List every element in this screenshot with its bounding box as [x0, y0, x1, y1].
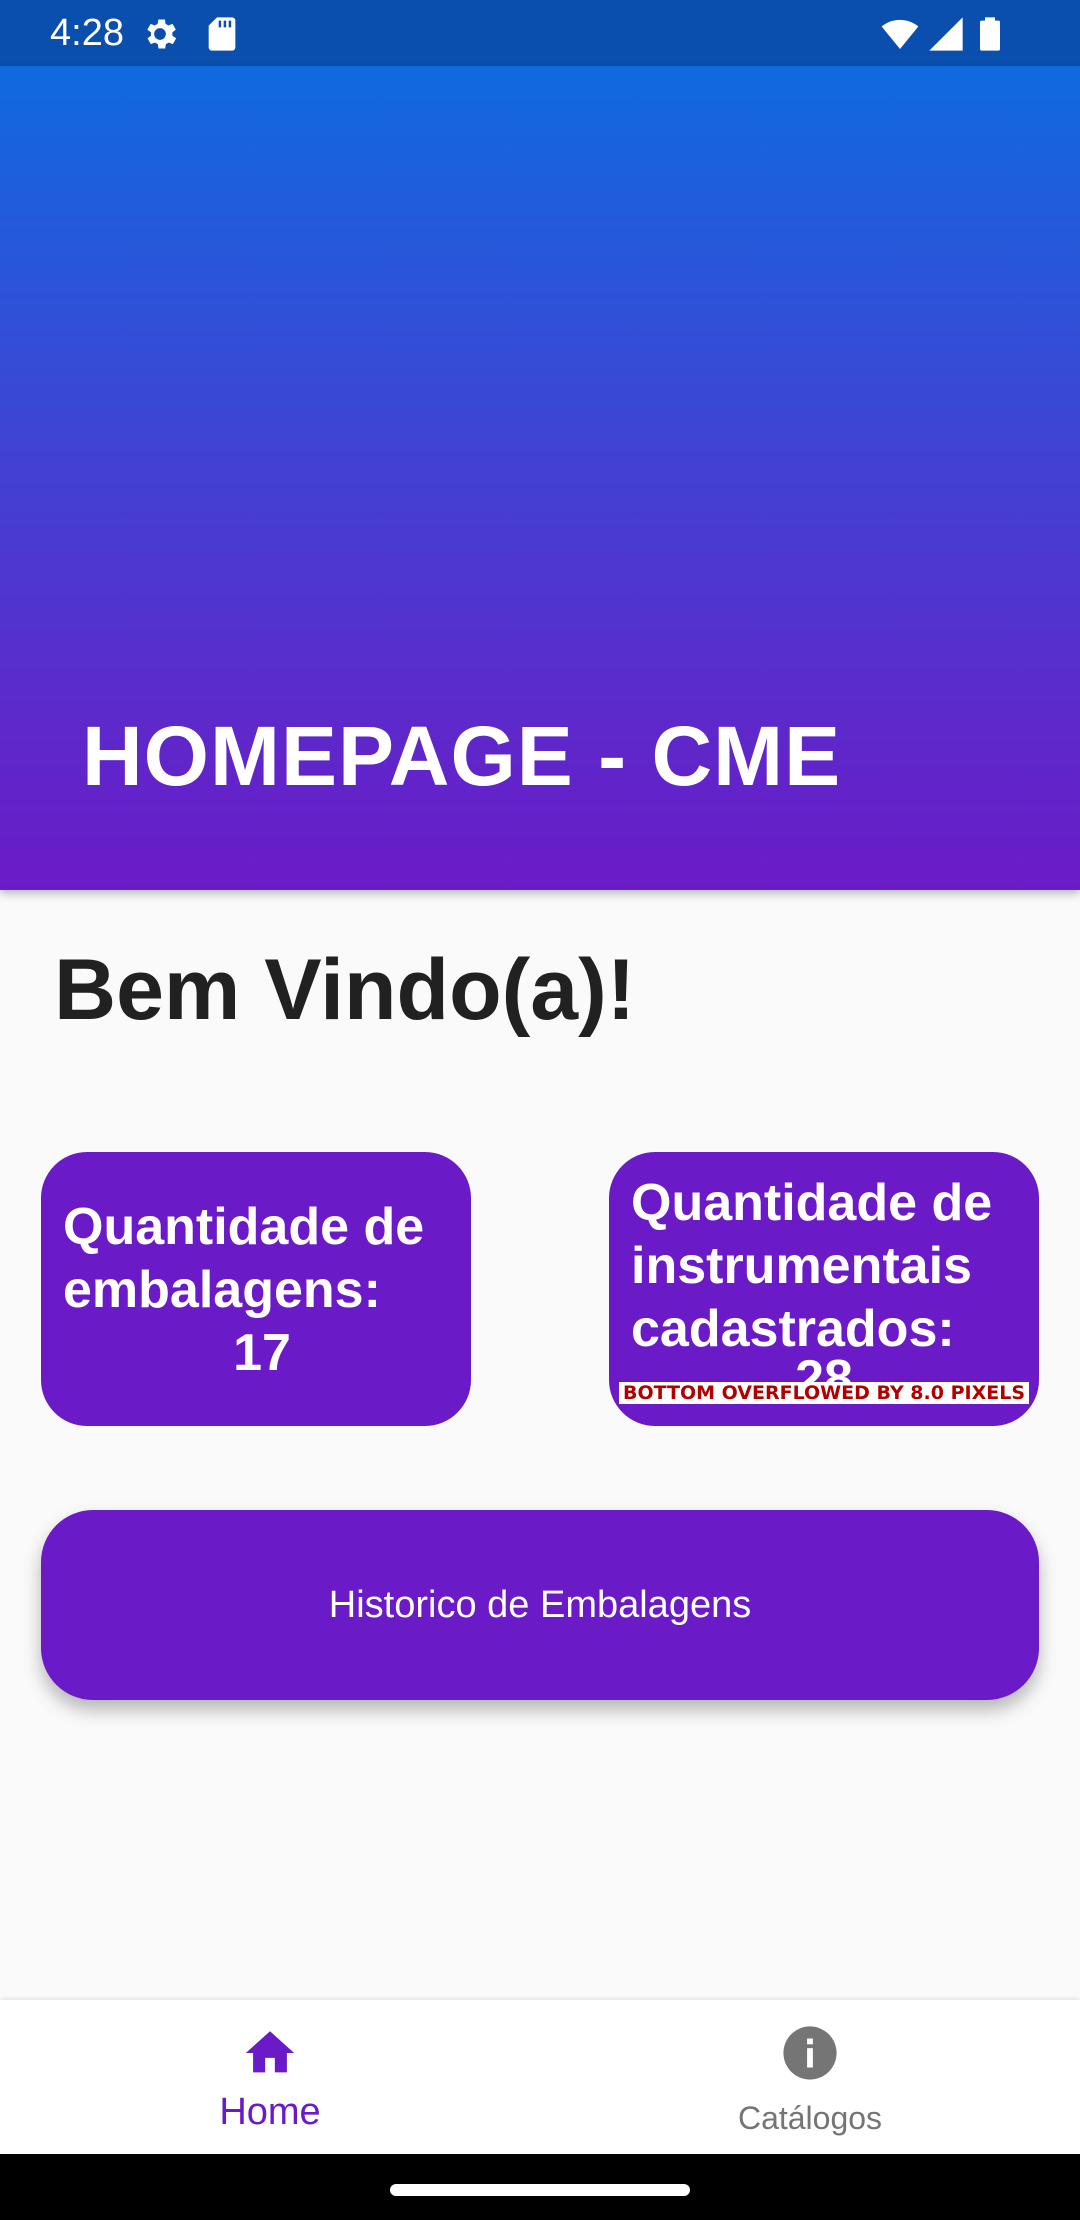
nav-label-home: Home [219, 2091, 321, 2133]
packages-count-text: Quantidade de embalagens: 17 [63, 1196, 461, 1385]
system-navigation-bar [0, 2154, 1080, 2220]
packages-count-value: 17 [233, 1324, 291, 1382]
nav-item-catalogs[interactable]: Catálogos [540, 2000, 1080, 2154]
overflow-warning-label: BOTTOM OVERFLOWED BY 8.0 PIXELS [618, 1382, 1030, 1404]
app-header: HOMEPAGE - CME [0, 66, 1080, 890]
nav-label-catalogs: Catálogos [737, 2100, 883, 2136]
home-gesture-handle[interactable] [390, 2184, 690, 2196]
instruments-count-card: Quantidade de instrumentais cadastrados:… [609, 1152, 1039, 1426]
status-time: 4:28 [50, 12, 124, 54]
bottom-navigation: Home Catálogos [0, 2000, 1080, 2154]
home-icon [245, 2031, 295, 2073]
instruments-count-label: Quantidade de instrumentais cadastrados: [631, 1174, 993, 1358]
screen: 4:28 HOMEPAGE - CME Bem Vindo(a)! Quanti… [0, 0, 1080, 2220]
welcome-heading: Bem Vindo(a)! [54, 942, 636, 1038]
nav-item-home[interactable]: Home [0, 2000, 540, 2154]
history-packages-button[interactable]: Historico de Embalagens [41, 1510, 1039, 1700]
status-bar: 4:28 [0, 0, 1080, 66]
wifi-icon [881, 19, 919, 49]
info-icon [783, 2026, 837, 2080]
battery-icon [980, 17, 1000, 51]
packages-count-label: Quantidade de embalagens: [63, 1198, 425, 1319]
page-title: HOMEPAGE - CME [82, 709, 842, 803]
signal-icon [929, 17, 963, 51]
settings-gear-icon [147, 19, 177, 49]
sd-card-icon [208, 17, 236, 51]
packages-count-card: Quantidade de embalagens: 17 [41, 1152, 471, 1426]
